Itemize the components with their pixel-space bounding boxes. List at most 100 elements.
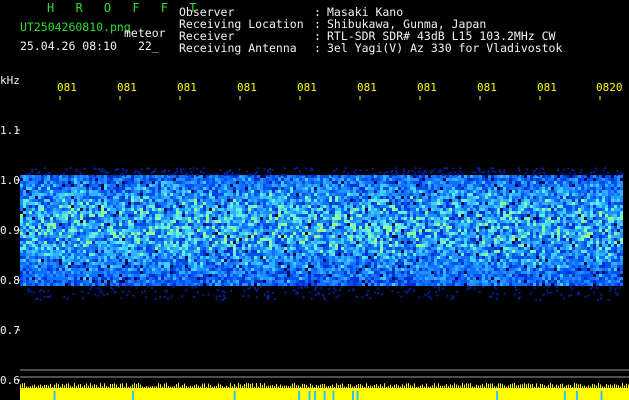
noise-cell xyxy=(425,211,428,214)
noise-cell xyxy=(590,187,593,190)
noise-cell xyxy=(110,208,113,211)
noise-cell xyxy=(62,235,65,238)
noise-cell xyxy=(71,214,74,217)
noise-cell xyxy=(347,205,350,208)
noise-cell xyxy=(326,187,329,190)
noise-cell xyxy=(215,223,218,226)
noise-cell xyxy=(20,193,23,196)
noise-cell xyxy=(134,178,137,181)
noise-cell xyxy=(143,199,146,202)
noise-cell xyxy=(113,208,116,211)
noise-cell xyxy=(410,211,413,214)
noise-cell xyxy=(95,187,98,190)
noise-cell xyxy=(581,193,584,196)
noise-cell xyxy=(269,244,272,247)
noise-cell xyxy=(218,214,221,217)
noise-cell xyxy=(47,196,50,199)
noise-cell xyxy=(197,247,200,250)
noise-cell xyxy=(20,202,23,205)
noise-cell xyxy=(593,217,596,220)
noise-cell xyxy=(503,232,506,235)
noise-cell xyxy=(398,208,401,211)
noise-cell xyxy=(293,220,296,223)
noise-cell xyxy=(422,223,425,226)
noise-cell xyxy=(410,193,413,196)
noise-cell xyxy=(65,244,68,247)
noise-cell xyxy=(377,232,380,235)
noise-cell xyxy=(554,220,557,223)
noise-cell xyxy=(554,211,557,214)
noise-cell xyxy=(20,244,23,247)
noise-cell xyxy=(458,211,461,214)
noise-cell xyxy=(194,187,197,190)
noise-cell xyxy=(191,241,194,244)
noise-cell xyxy=(512,187,515,190)
noise-cell xyxy=(185,211,188,214)
noise-cell xyxy=(290,244,293,247)
noise-cell xyxy=(476,247,479,250)
noise-cell xyxy=(122,217,125,220)
noise-cell xyxy=(476,211,479,214)
noise-cell xyxy=(398,187,401,190)
noise-cell xyxy=(134,187,137,190)
noise-cell xyxy=(140,229,143,232)
noise-cell xyxy=(344,211,347,214)
noise-cell xyxy=(113,244,116,247)
noise-cell xyxy=(569,187,572,190)
noise-cell xyxy=(140,226,143,229)
noise-cell xyxy=(71,187,74,190)
noise-cell xyxy=(599,244,602,247)
noise-cell xyxy=(512,214,515,217)
noise-cell xyxy=(335,217,338,220)
noise-cell xyxy=(500,220,503,223)
noise-cell xyxy=(491,193,494,196)
noise-cell xyxy=(353,196,356,199)
noise-cell xyxy=(455,181,458,184)
noise-cell xyxy=(533,247,536,250)
noise-cell xyxy=(464,190,467,193)
noise-cell xyxy=(551,214,554,217)
noise-cell xyxy=(413,247,416,250)
noise-cell xyxy=(53,187,56,190)
noise-cell xyxy=(536,196,539,199)
noise-cell xyxy=(200,247,203,250)
noise-cell xyxy=(233,244,236,247)
noise-cell xyxy=(518,187,521,190)
noise-cell xyxy=(89,235,92,238)
noise-cell xyxy=(38,190,41,193)
noise-cell xyxy=(113,193,116,196)
noise-cell xyxy=(77,217,80,220)
noise-cell xyxy=(461,199,464,202)
noise-cell xyxy=(518,208,521,211)
noise-cell xyxy=(59,241,62,244)
noise-cell xyxy=(554,187,557,190)
noise-cell xyxy=(473,178,476,181)
noise-cell xyxy=(554,175,557,178)
noise-cell xyxy=(119,229,122,232)
noise-cell xyxy=(530,187,533,190)
noise-cell xyxy=(536,178,539,181)
noise-cell xyxy=(383,211,386,214)
noise-cell xyxy=(227,205,230,208)
noise-cell xyxy=(41,217,44,220)
noise-cell xyxy=(515,187,518,190)
noise-cell xyxy=(473,205,476,208)
noise-cell xyxy=(146,250,149,253)
noise-cell xyxy=(476,187,479,190)
noise-cell xyxy=(149,229,152,232)
noise-cell xyxy=(185,232,188,235)
noise-cell xyxy=(422,196,425,199)
noise-cell xyxy=(500,178,503,181)
noise-cell xyxy=(482,229,485,232)
noise-cell xyxy=(566,226,569,229)
noise-cell xyxy=(212,196,215,199)
noise-cell xyxy=(215,211,218,214)
noise-cell xyxy=(428,247,431,250)
noise-cell xyxy=(509,241,512,244)
noise-cell xyxy=(185,181,188,184)
noise-cell xyxy=(173,217,176,220)
noise-cell xyxy=(476,175,479,178)
noise-cell xyxy=(74,232,77,235)
noise-cell xyxy=(281,229,284,232)
noise-cell xyxy=(488,220,491,223)
